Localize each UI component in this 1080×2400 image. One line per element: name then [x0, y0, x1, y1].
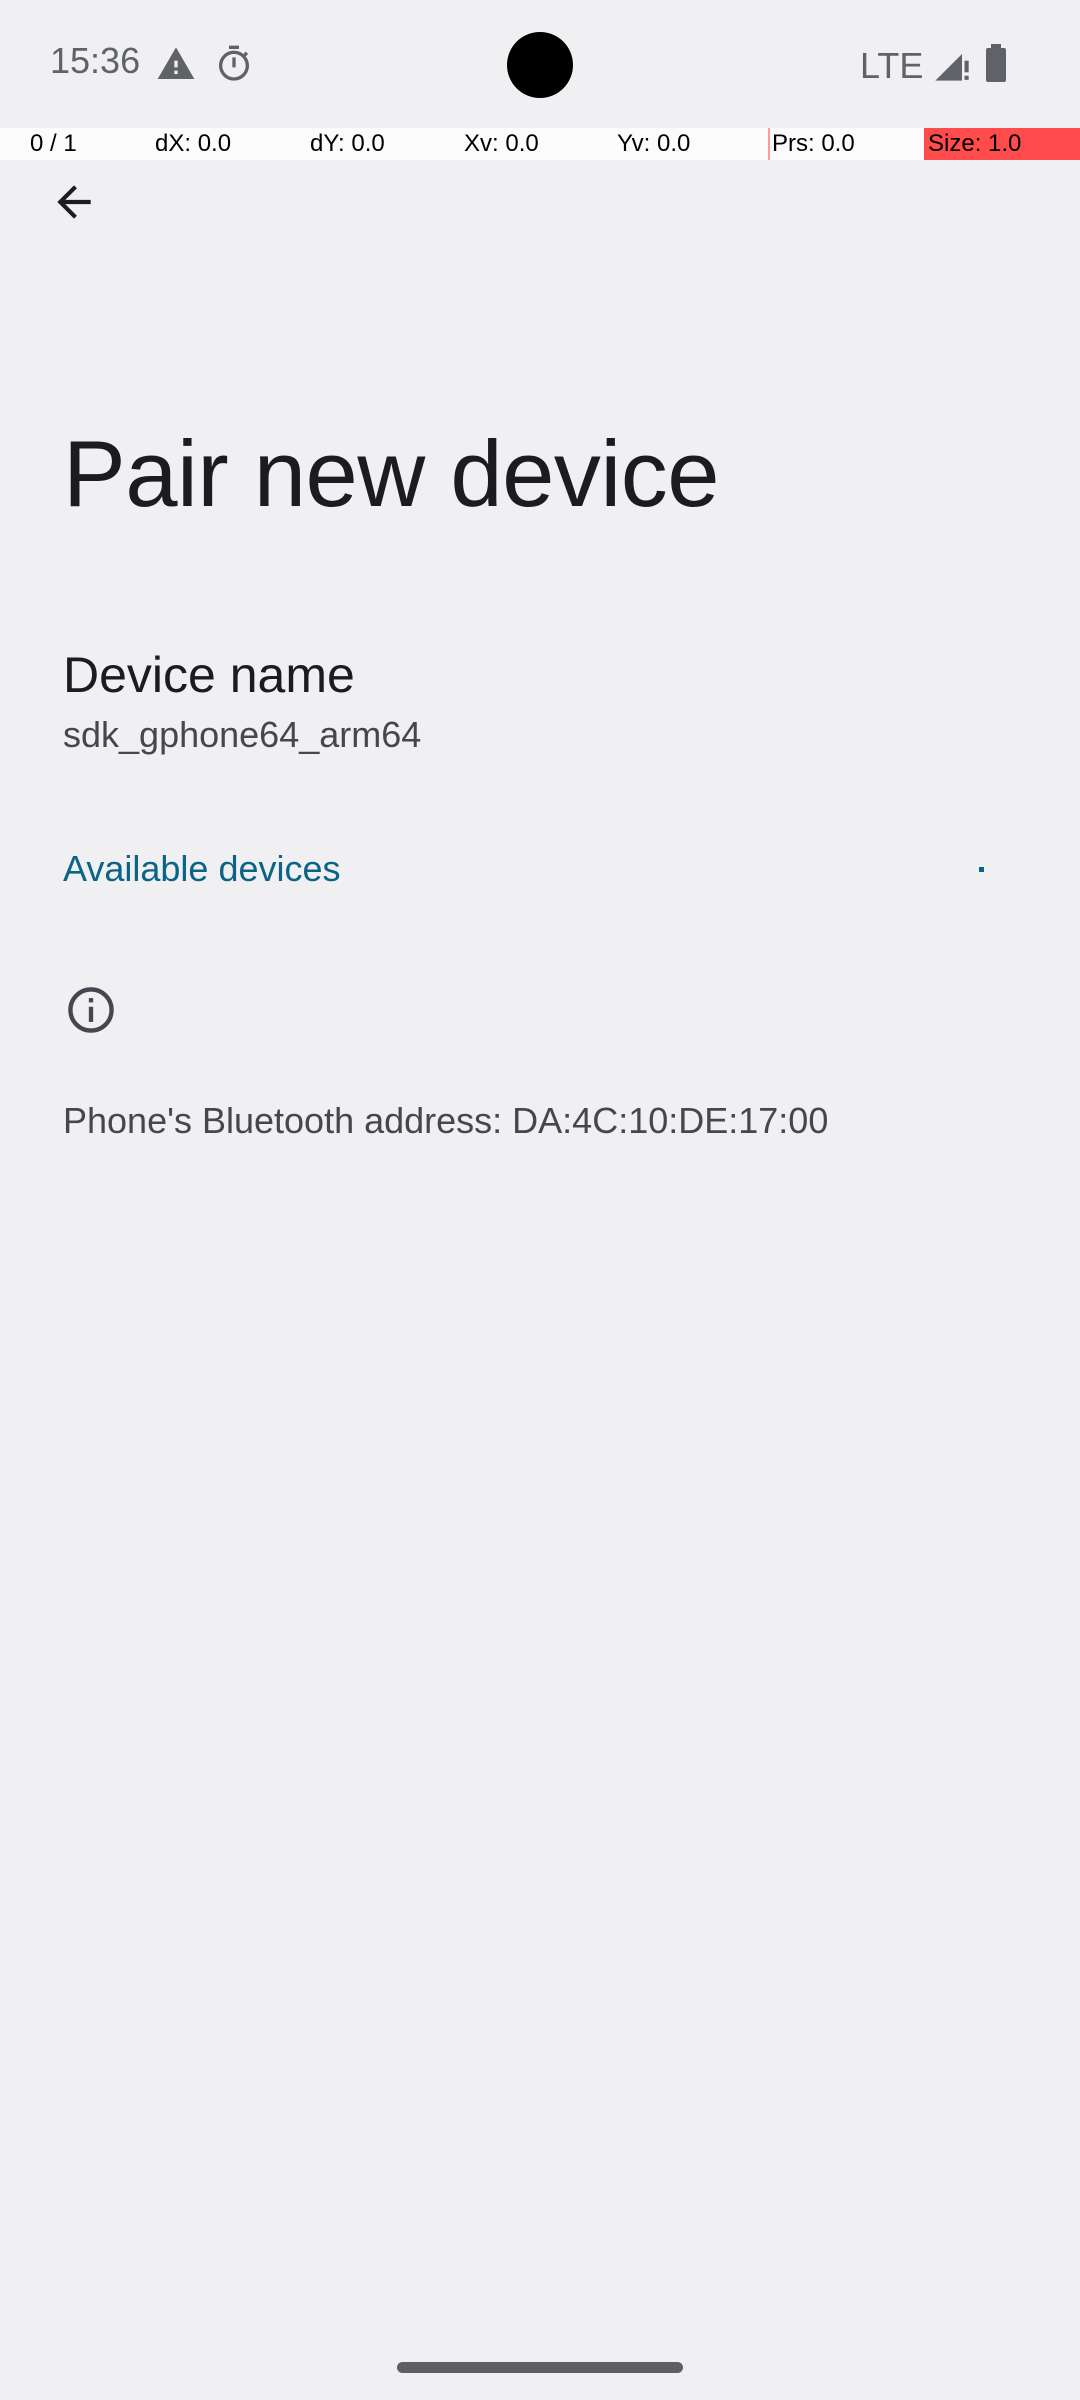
info-footer [63, 976, 827, 1090]
arrow-back-icon [56, 184, 91, 219]
signal-icon [932, 44, 972, 84]
camera-cutout [507, 32, 573, 98]
info-icon [65, 984, 117, 1036]
pointer-dy: dY: 0.0 [310, 130, 385, 157]
battery-icon [984, 44, 1008, 84]
warning-icon [156, 44, 196, 84]
status-time: 15:36 [50, 40, 141, 81]
status-bar: 15:36 LTE [0, 0, 1080, 128]
rename-device-button[interactable] [954, 646, 1038, 688]
device-name-preference[interactable]: Device name sdk_gphone64_arm64 [63, 640, 915, 768]
available-devices-header: Available devices [63, 848, 341, 889]
scanning-progress-indicator [979, 867, 984, 872]
device-name-value: sdk_gphone64_arm64 [63, 714, 422, 755]
device-name-label: Device name [63, 647, 355, 703]
back-button[interactable] [0, 128, 147, 275]
bluetooth-address-text: Phone's Bluetooth address: DA:4C:10:DE:1… [63, 1100, 829, 1141]
svg-text:LTE: LTE [860, 45, 923, 86]
pointer-pressure: Prs: 0.0 [772, 130, 855, 157]
pointer-dx: dX: 0.0 [155, 130, 232, 157]
lte-icon: LTE [858, 44, 928, 86]
timer-icon [214, 44, 254, 84]
pointer-xv: Xv: 0.0 [464, 130, 539, 157]
page-title: Pair new device [63, 421, 720, 526]
navigation-handle[interactable] [397, 2362, 683, 2373]
pointer-yv: Yv: 0.0 [617, 130, 691, 157]
pointer-size: Size: 1.0 [924, 128, 1080, 160]
pointer-divider [768, 128, 770, 160]
pointer-location-overlay: 0 / 1 dX: 0.0 dY: 0.0 Xv: 0.0 Yv: 0.0 Pr… [0, 128, 1080, 160]
